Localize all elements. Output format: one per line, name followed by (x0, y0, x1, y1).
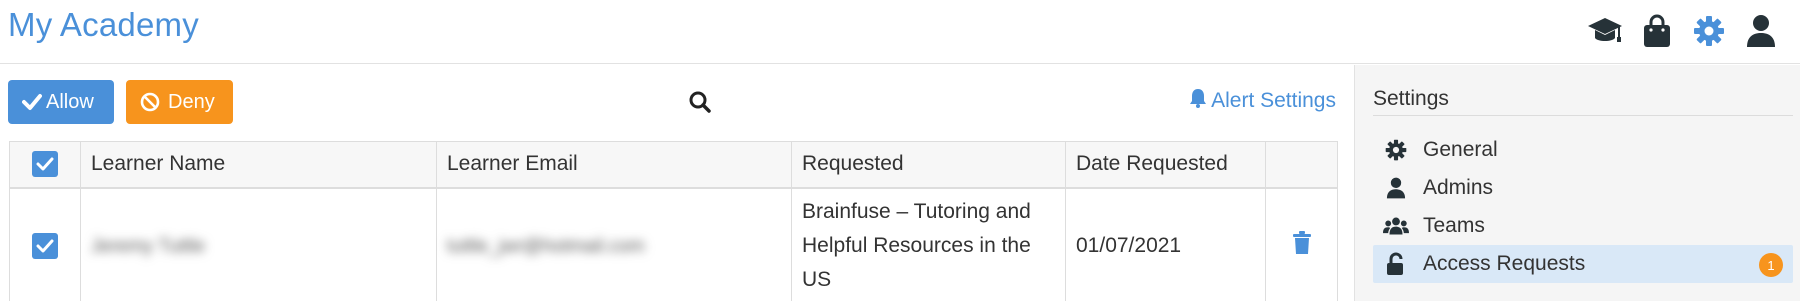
allow-button[interactable]: Allow (8, 80, 114, 124)
user-icon[interactable] (1742, 12, 1780, 50)
sidebar-item-teams[interactable]: Teams (1373, 207, 1793, 245)
column-header-requested[interactable]: Requested (791, 141, 1066, 189)
access-requests-table: Learner Name Learner Email Requested Dat… (9, 141, 1338, 301)
access-requests-count-badge: 1 (1759, 253, 1783, 277)
date-requested-cell: 01/07/2021 (1065, 187, 1266, 301)
alert-settings-link[interactable]: Alert Settings (1189, 88, 1336, 114)
allow-button-label: Allow (46, 90, 94, 113)
deny-button[interactable]: Deny (126, 80, 233, 124)
column-header-actions (1265, 141, 1338, 189)
sidebar-menu: General Admins Teams Access Requests 1 (1373, 131, 1793, 283)
ban-icon (140, 92, 160, 112)
unlock-icon (1383, 252, 1409, 276)
requested-resource: Brainfuse – Tutoring and Helpful Resourc… (802, 199, 1031, 291)
column-header-date-requested[interactable]: Date Requested (1065, 141, 1266, 189)
trash-icon[interactable] (1292, 230, 1312, 255)
search-icon[interactable] (688, 90, 714, 116)
row-select-cell (9, 187, 81, 301)
gear-icon[interactable] (1690, 12, 1728, 50)
bell-icon (1189, 88, 1207, 114)
sidebar-item-label: Admins (1423, 176, 1494, 199)
sidebar-item-label: Teams (1423, 214, 1485, 237)
requested-cell: Brainfuse – Tutoring and Helpful Resourc… (791, 187, 1066, 301)
date-requested: 01/07/2021 (1076, 233, 1182, 257)
learner-email: tuttle_jwr@hotmail.com (447, 235, 645, 257)
alert-settings-label: Alert Settings (1211, 89, 1336, 112)
graduation-cap-icon[interactable] (1586, 12, 1624, 50)
column-header-learner-name[interactable]: Learner Name (80, 141, 437, 189)
header-icon-bar (1586, 12, 1780, 50)
settings-sidebar: Settings General Admins Teams Access Req… (1354, 65, 1800, 301)
sidebar-item-label: Access Requests (1423, 252, 1586, 275)
select-all-cell (9, 141, 81, 189)
sidebar-item-access-requests[interactable]: Access Requests 1 (1373, 245, 1793, 283)
toolbar: Allow Deny Alert Settings (8, 80, 1338, 124)
gear-icon (1383, 139, 1409, 161)
sidebar-item-label: General (1423, 138, 1498, 161)
select-all-checkbox[interactable] (32, 151, 58, 178)
table-header-row: Learner Name Learner Email Requested Dat… (9, 141, 1338, 189)
sidebar-item-general[interactable]: General (1373, 131, 1793, 169)
app-title[interactable]: My Academy (8, 6, 199, 44)
learner-name: Jeremy Tuttle (91, 235, 206, 257)
users-icon (1383, 216, 1409, 236)
column-header-learner-email[interactable]: Learner Email (436, 141, 792, 189)
main-content: Allow Deny Alert Settings Learner Name L… (0, 65, 1353, 301)
user-icon (1383, 177, 1409, 199)
table-row: Jeremy Tuttle tuttle_jwr@hotmail.com Bra… (9, 187, 1338, 301)
deny-button-label: Deny (168, 90, 215, 113)
learner-email-cell: tuttle_jwr@hotmail.com (436, 187, 792, 301)
actions-cell (1265, 187, 1338, 301)
sidebar-title: Settings (1373, 87, 1793, 116)
check-icon (22, 93, 42, 111)
row-checkbox[interactable] (32, 232, 58, 259)
app-header: My Academy (0, 0, 1800, 64)
shopping-bag-icon[interactable] (1638, 12, 1676, 50)
learner-name-cell: Jeremy Tuttle (80, 187, 437, 301)
sidebar-item-admins[interactable]: Admins (1373, 169, 1793, 207)
